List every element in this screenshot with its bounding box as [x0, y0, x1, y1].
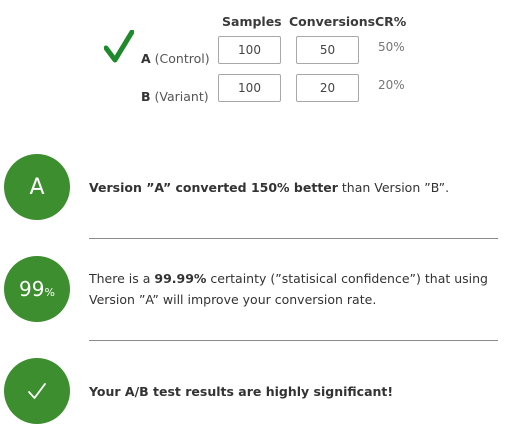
cr-b-value: 20%	[378, 78, 405, 92]
significance-highlight: highly significant!	[265, 384, 394, 399]
confidence-badge-unit: %	[44, 286, 55, 299]
divider	[89, 238, 498, 239]
winner-badge: A	[4, 154, 70, 220]
row-b-letter: B	[141, 89, 151, 104]
confidence-percentage: 99.99%	[154, 271, 207, 286]
row-a-letter: A	[141, 51, 151, 66]
row-a-name: (Control)	[154, 51, 210, 66]
winner-checkmark-icon	[104, 30, 134, 63]
divider	[89, 340, 498, 341]
confidence-text-lead: There is a	[89, 271, 155, 286]
checkmark-icon	[28, 383, 46, 399]
significance-result-text: Your A/B test results are highly signifi…	[89, 381, 499, 402]
improvement-highlight: Version ”A” converted 150% better	[89, 180, 338, 195]
samples-a-input[interactable]	[218, 36, 281, 64]
confidence-badge-number: 99	[19, 277, 45, 301]
samples-b-input[interactable]	[218, 74, 281, 102]
confidence-badge: 99%	[4, 256, 70, 322]
improvement-rest: than Version ”B”.	[337, 180, 450, 195]
samples-column-header: Samples	[222, 14, 282, 29]
conversions-column-header: Conversions	[289, 14, 376, 29]
winner-badge-letter: A	[29, 174, 45, 200]
significance-badge	[4, 358, 70, 424]
row-b-name: (Variant)	[154, 89, 209, 104]
cr-a-value: 50%	[378, 40, 405, 54]
conversions-a-input[interactable]	[296, 36, 359, 64]
cr-column-header: CR%	[375, 14, 407, 29]
improvement-result-text: Version ”A” converted 150% better than V…	[89, 177, 499, 198]
confidence-result-text: There is a 99.99% certainty (”statisical…	[89, 268, 499, 310]
row-b-label: B (Variant)	[141, 89, 209, 104]
conversions-b-input[interactable]	[296, 74, 359, 102]
confidence-badge-value: 99%	[19, 277, 55, 301]
significance-text-lead: Your A/B test results are	[89, 384, 266, 399]
row-a-label: A (Control)	[141, 51, 210, 66]
